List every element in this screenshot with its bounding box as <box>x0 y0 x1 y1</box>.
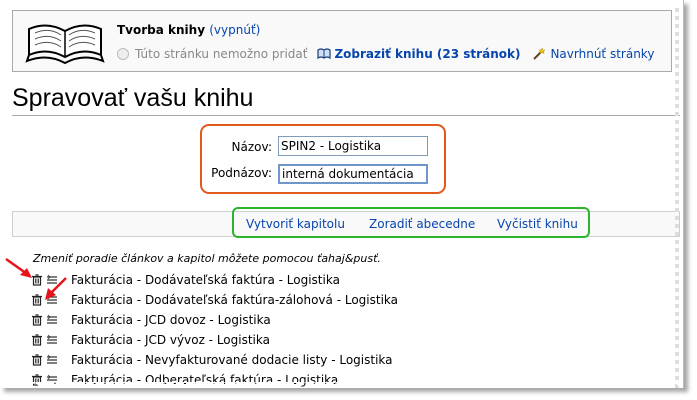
create-chapter-button[interactable]: Vytvoriť kapitolu <box>246 217 345 231</box>
cannot-add-page-text: Túto stránku nemožno pridať <box>135 47 308 61</box>
page-title: Spravovať vašu knihu <box>12 84 680 116</box>
list-item-label: Fakturácia - Nevyfakturované dodacie lis… <box>71 353 393 367</box>
list-item-label: Fakturácia - Dodávateľská faktúra-záloho… <box>71 293 398 307</box>
book-icon <box>25 24 105 65</box>
edge-shadow <box>675 8 679 388</box>
page-sheet: Tvorba knihy (vypnúť) Túto stránku nemož… <box>0 0 684 388</box>
title-label: Názov: <box>231 140 272 154</box>
trash-icon[interactable] <box>31 374 43 386</box>
trash-icon[interactable] <box>31 334 43 346</box>
list-item[interactable]: Fakturácia - Nevyfakturované dodacie lis… <box>31 350 398 370</box>
banner-title: Tvorba knihy (vypnúť) <box>117 23 260 37</box>
list-item[interactable]: Fakturácia - Odberateľská faktúra - Logi… <box>31 370 398 388</box>
clear-book-button[interactable]: Vyčistiť knihu <box>497 217 578 231</box>
trash-icon[interactable] <box>31 354 43 366</box>
wand-icon <box>533 47 547 60</box>
view-book-link-text[interactable]: Zobraziť knihu (23 stránok) <box>334 47 520 61</box>
arrow-icon <box>45 277 67 300</box>
list-item[interactable]: Fakturácia - Dodávateľská faktúra - Logi… <box>31 270 398 290</box>
radio-icon <box>117 48 129 60</box>
banner-title-text: Tvorba knihy <box>117 23 206 37</box>
book-creator-banner: Tvorba knihy (vypnúť) Túto stránku nemož… <box>12 10 672 72</box>
list-item-label: Fakturácia - JCD vývoz - Logistika <box>71 333 270 347</box>
trash-icon[interactable] <box>31 314 43 326</box>
suggest-pages-link[interactable]: Navrhnúť stránky <box>550 47 654 61</box>
drag-handle-icon[interactable] <box>46 354 58 366</box>
view-book-link[interactable]: Zobraziť knihu (23 stránok) <box>334 47 520 61</box>
arrow-icon <box>5 257 32 278</box>
small-book-icon <box>317 48 332 60</box>
book-title-input[interactable] <box>278 136 428 156</box>
drag-handle-icon[interactable] <box>46 314 58 326</box>
list-item[interactable]: Fakturácia - JCD vývoz - Logistika <box>31 330 398 350</box>
chapter-list: Fakturácia - Dodávateľská faktúra - Logi… <box>31 270 398 388</box>
list-item-label: Fakturácia - Dodávateľská faktúra - Logi… <box>71 273 340 287</box>
list-item-label: Fakturácia - JCD dovoz - Logistika <box>71 313 271 327</box>
drag-handle-icon[interactable] <box>46 374 58 386</box>
reorder-hint: Zmeniť poradie článkov a kapitol môžete … <box>33 252 381 265</box>
list-item[interactable]: Fakturácia - JCD dovoz - Logistika <box>31 310 398 330</box>
list-item[interactable]: Fakturácia - Dodávateľská faktúra-záloho… <box>31 290 398 310</box>
disable-book-creator-link[interactable]: (vypnúť) <box>209 23 260 37</box>
subtitle-label: Podnázov: <box>211 166 272 180</box>
sort-alphabetically-button[interactable]: Zoradiť abecedne <box>369 217 475 231</box>
drag-handle-icon[interactable] <box>46 334 58 346</box>
book-subtitle-input[interactable] <box>278 164 428 184</box>
banner-actions: Túto stránku nemožno pridať Zobraziť kni… <box>117 47 654 61</box>
list-item-label: Fakturácia - Odberateľská faktúra - Logi… <box>71 373 339 387</box>
